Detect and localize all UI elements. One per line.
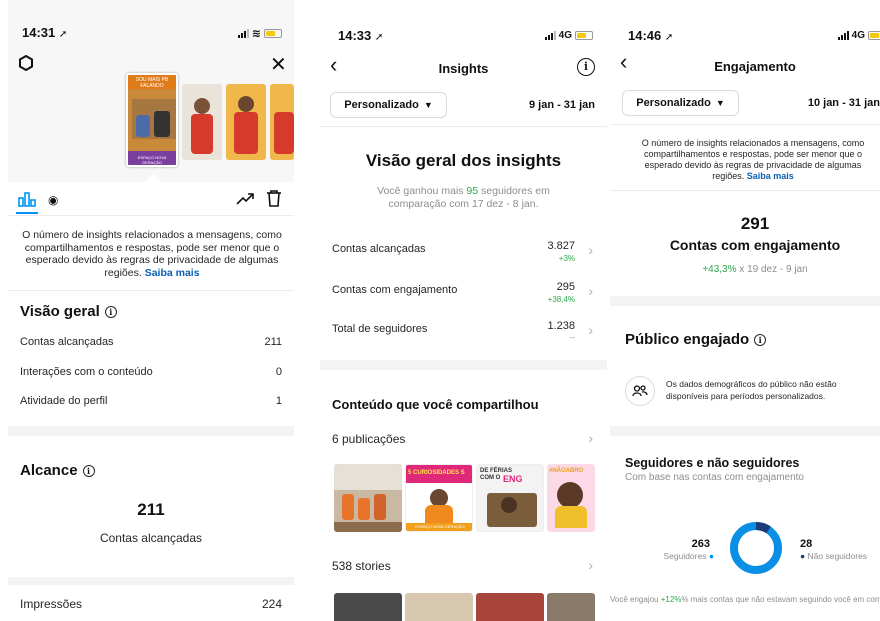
metric-delta: +3% bbox=[558, 254, 575, 263]
overview-title: Visão geral i bbox=[20, 303, 117, 320]
selection-pointer bbox=[145, 174, 161, 182]
metric-value: 1.238 bbox=[547, 320, 575, 332]
trash-icon[interactable] bbox=[266, 189, 282, 212]
metric-value: 0 bbox=[275, 366, 282, 378]
story-thumbnail[interactable] bbox=[476, 593, 544, 621]
chevron-right-icon[interactable]: › bbox=[588, 242, 593, 258]
story-thumbnail[interactable] bbox=[226, 84, 266, 160]
status-time: 14:46 ➚ bbox=[628, 28, 674, 43]
story-thumbnail[interactable] bbox=[334, 593, 402, 621]
engaged-audience-title: Público engajado i bbox=[625, 331, 767, 348]
status-icons: 4G bbox=[837, 30, 880, 41]
info-icon[interactable]: i bbox=[754, 334, 767, 346]
followers-donut-chart bbox=[730, 522, 782, 574]
shared-content-title: Conteúdo que você compartilhou bbox=[332, 397, 539, 412]
status-time: 14:33 ➚ bbox=[338, 28, 384, 43]
metric-label[interactable]: Contas alcançadas bbox=[332, 243, 426, 255]
story-thumbnail-selected[interactable]: SOU MAIS PB FALANDO ESPAÇO NOVA GERAÇÃO bbox=[126, 73, 178, 167]
close-icon[interactable]: ✕ bbox=[270, 52, 287, 77]
story-caption-bottom: ESPAÇO NOVA GERAÇÃO bbox=[128, 151, 176, 165]
followers-comparison-note: Você engajou +12%% mais contas que não e… bbox=[610, 595, 880, 604]
post-thumbnail[interactable] bbox=[334, 464, 402, 532]
chevron-down-icon: ▼ bbox=[715, 98, 725, 108]
engagement-label: Contas com engajamento bbox=[669, 237, 841, 253]
status-time: 14:31 ➚ bbox=[22, 25, 68, 40]
followers-title: Seguidores e não seguidores bbox=[625, 456, 800, 470]
chevron-right-icon[interactable]: › bbox=[588, 430, 593, 446]
reach-title: Alcance i bbox=[20, 462, 95, 479]
engagement-delta: +43,3% x 19 dez - 9 jan bbox=[702, 264, 808, 275]
date-filter-dropdown[interactable]: Personalizado ▼ bbox=[622, 90, 739, 116]
active-tab-indicator bbox=[16, 212, 38, 214]
chevron-right-icon[interactable]: › bbox=[588, 283, 593, 299]
settings-icon[interactable] bbox=[18, 54, 34, 72]
metric-delta: -- bbox=[569, 333, 575, 342]
story-insights-screen: 14:31 ➚ ≋ ✕ SOU MAIS PB FALANDO ESPAÇO N… bbox=[8, 0, 294, 621]
privacy-notice: O número de insights relacionados a mens… bbox=[641, 138, 865, 181]
overview-title: Visão geral dos insights bbox=[365, 151, 562, 170]
info-icon[interactable]: i bbox=[104, 306, 117, 318]
privacy-notice: O número de insights relacionados a mens… bbox=[22, 229, 282, 279]
status-icons: 4G bbox=[544, 30, 593, 41]
story-caption-top: SOU MAIS PB FALANDO bbox=[128, 75, 176, 89]
date-range: 10 jan - 31 jan bbox=[807, 97, 880, 109]
metric-delta: +38,4% bbox=[547, 295, 575, 304]
story-thumbnail[interactable] bbox=[182, 84, 222, 160]
post-caption: 5 CURIOSIDADES S bbox=[406, 465, 472, 483]
engagement-number: 291 bbox=[740, 214, 770, 233]
reach-label: Contas alcançadas bbox=[99, 531, 203, 545]
post-thumbnail[interactable]: 5 CURIOSIDADES S ESPAÇO NOVA GERAÇÃO bbox=[405, 464, 473, 532]
stories-count[interactable]: 538 stories bbox=[332, 559, 391, 573]
overview-subtitle: Você ganhou mais 95 seguidores em compar… bbox=[377, 185, 550, 210]
metric-value: 1 bbox=[275, 395, 282, 407]
followers-arc bbox=[730, 522, 782, 574]
header-title: Engajamento bbox=[714, 59, 796, 74]
chevron-right-icon[interactable]: › bbox=[588, 557, 593, 573]
date-filter-dropdown[interactable]: Personalizado ▼ bbox=[330, 92, 447, 118]
metric-label: Atividade do perfil bbox=[20, 395, 108, 407]
story-thumbnail[interactable] bbox=[405, 593, 473, 621]
date-range: 9 jan - 31 jan bbox=[528, 99, 595, 111]
insights-bar-chart-icon[interactable] bbox=[18, 191, 36, 212]
info-icon[interactable]: i bbox=[82, 465, 95, 477]
impressions-label: Impressões bbox=[20, 597, 83, 611]
info-icon[interactable]: i bbox=[577, 58, 595, 76]
eye-icon[interactable]: ◉ bbox=[48, 193, 58, 207]
metric-label[interactable]: Contas com engajamento bbox=[332, 284, 457, 296]
learn-more-link[interactable]: Saiba mais bbox=[145, 267, 200, 279]
impressions-value: 224 bbox=[261, 597, 282, 611]
post-caption: ESPAÇO NOVA GERAÇÃO bbox=[406, 523, 472, 531]
engagement-screen: 14:46 ➚ 4G ‹ Engajamento Personalizado ▼ … bbox=[610, 0, 880, 621]
reach-number: 211 bbox=[137, 500, 165, 519]
status-icons: ≋ bbox=[237, 27, 282, 40]
trending-up-icon[interactable] bbox=[236, 192, 254, 210]
followers-legend: Seguidores ● bbox=[663, 551, 714, 561]
demographics-unavailable-message: Os dados demográficos do público não est… bbox=[666, 379, 837, 401]
non-followers-legend: ● Não seguidores bbox=[800, 551, 868, 561]
post-caption: #NÃOABRO bbox=[549, 468, 584, 474]
metric-value: 211 bbox=[264, 336, 282, 348]
post-caption: ENG bbox=[503, 474, 523, 484]
header-title: Insights bbox=[438, 61, 489, 76]
followers-subtitle: Com base nas contas com engajamento bbox=[625, 472, 804, 483]
story-thumbnail[interactable] bbox=[547, 593, 595, 621]
posts-count[interactable]: 6 publicações bbox=[332, 432, 405, 446]
metric-value: 3.827 bbox=[547, 240, 575, 252]
metric-label[interactable]: Total de seguidores bbox=[332, 323, 427, 335]
non-followers-value: 28 bbox=[800, 538, 813, 550]
metric-label: Contas alcançadas bbox=[20, 336, 114, 348]
chevron-right-icon[interactable]: › bbox=[588, 322, 593, 338]
post-thumbnail[interactable]: DE FÉRIAS COM O ENG bbox=[476, 464, 544, 532]
learn-more-link[interactable]: Saiba mais bbox=[747, 171, 794, 181]
followers-value: 263 bbox=[691, 538, 710, 550]
metric-value: 295 bbox=[556, 281, 575, 293]
metric-label: Interações com o conteúdo bbox=[20, 366, 153, 378]
people-icon bbox=[625, 376, 655, 406]
insights-screen: 14:33 ➚ 4G ‹ Insights i Personalizado ▼ 9… bbox=[320, 0, 607, 621]
post-thumbnail[interactable]: #NÃOABRO bbox=[547, 464, 595, 532]
chevron-down-icon: ▼ bbox=[423, 100, 433, 110]
story-thumbnail[interactable] bbox=[270, 84, 294, 160]
